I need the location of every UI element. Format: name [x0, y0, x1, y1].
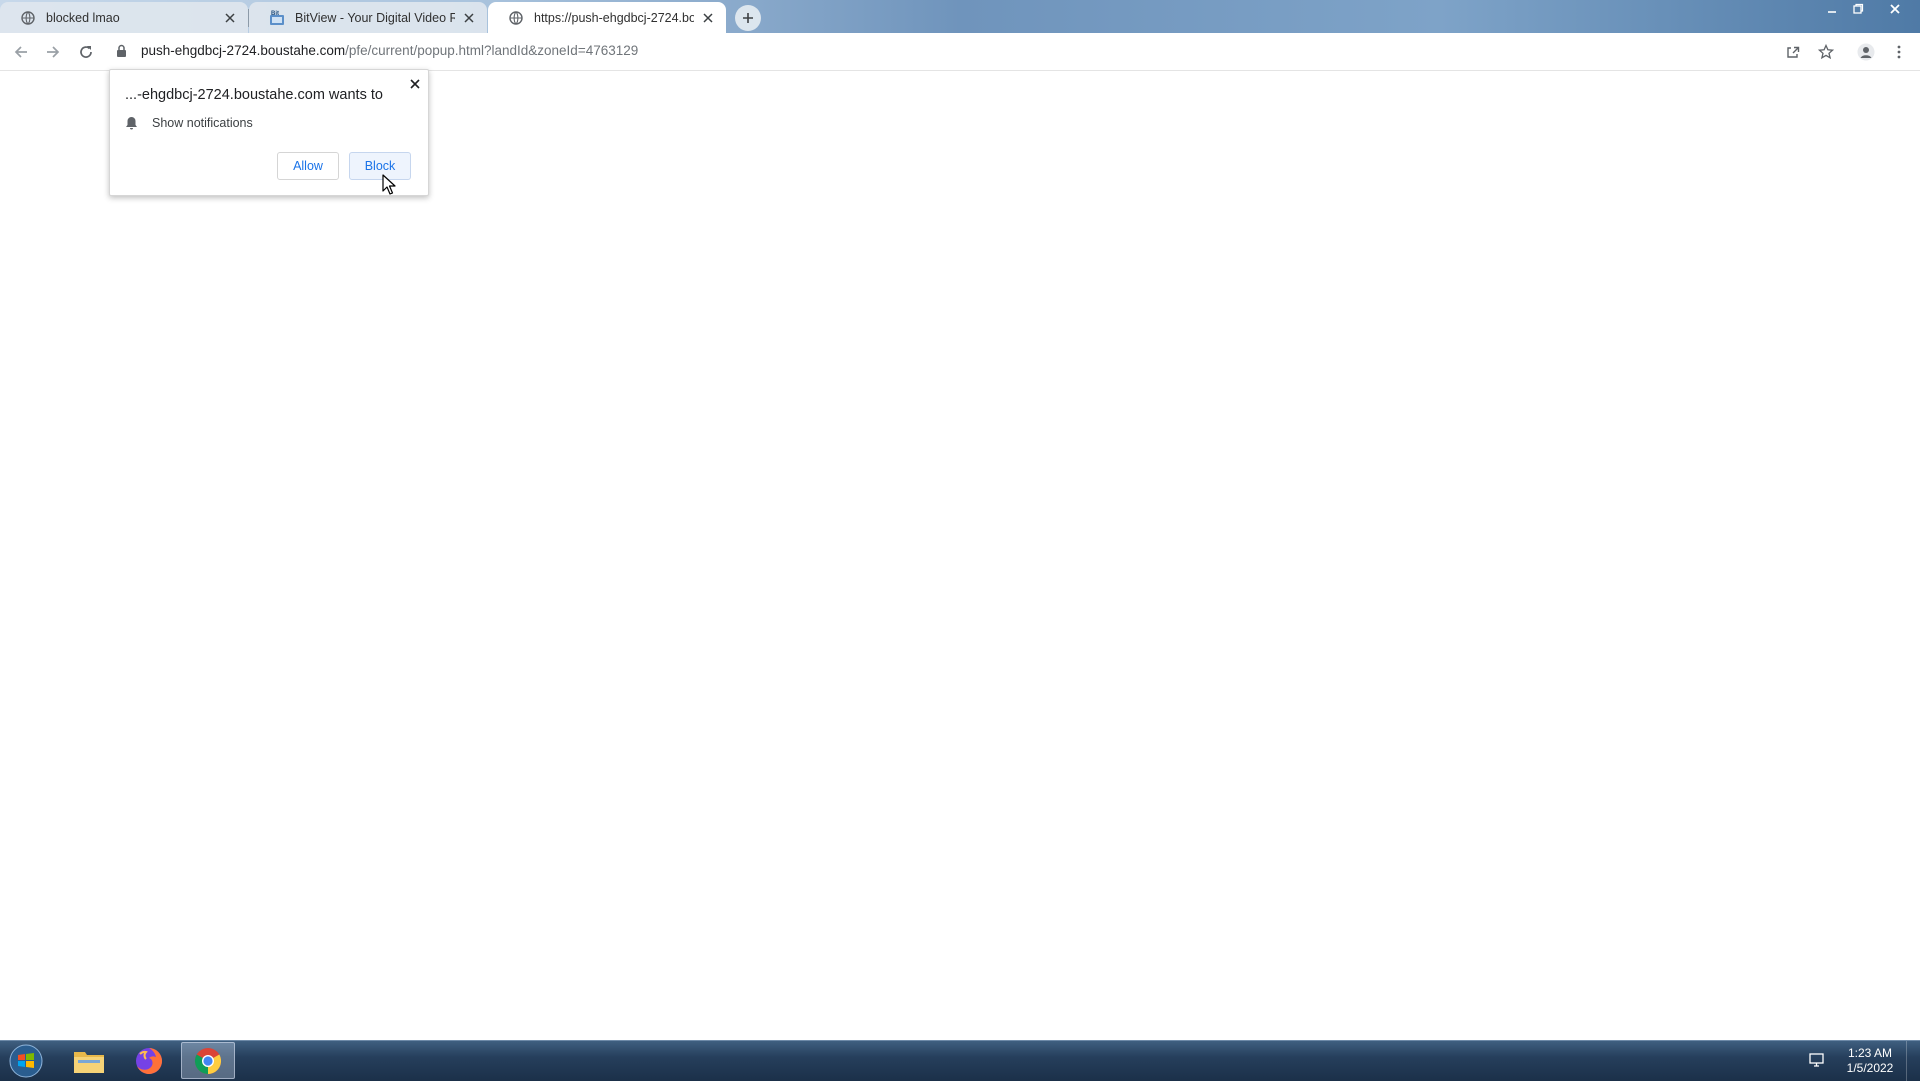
- close-icon: [410, 79, 420, 89]
- reload-button[interactable]: [73, 39, 99, 65]
- share-icon: [1787, 46, 1800, 58]
- back-arrow-icon: [14, 46, 27, 58]
- system-clock[interactable]: 1:23 AM 1/5/2022: [1830, 1046, 1910, 1076]
- tab-blocked-lmao[interactable]: blocked lmao: [0, 2, 248, 33]
- file-explorer-button[interactable]: [62, 1042, 116, 1079]
- forward-arrow-icon: [47, 46, 60, 58]
- bell-icon: [125, 116, 138, 130]
- network-icon[interactable]: [1808, 1051, 1826, 1074]
- close-tab-icon[interactable]: [700, 10, 716, 26]
- kebab-menu-icon: [1897, 45, 1901, 59]
- url-host: push-ehgdbcj-2724.boustahe.com: [141, 43, 346, 58]
- firefox-button[interactable]: [122, 1042, 176, 1079]
- browser-toolbar: push-ehgdbcj-2724.boustahe.com/pfe/curre…: [0, 33, 1920, 71]
- restore-icon: [1853, 3, 1864, 14]
- prompt-close-button[interactable]: [406, 75, 424, 93]
- windows-taskbar: 1:23 AM 1/5/2022: [0, 1040, 1920, 1081]
- start-button[interactable]: [6, 1043, 46, 1079]
- mouse-cursor-icon: [382, 174, 396, 201]
- tab-title: https://push-ehgdbcj-2724.boustahe.com/p…: [534, 10, 694, 25]
- close-tab-icon[interactable]: [461, 10, 477, 26]
- star-icon: [1818, 44, 1834, 60]
- prompt-title: ...-ehgdbcj-2724.boustahe.com wants to: [125, 87, 383, 103]
- tab-push-popup[interactable]: https://push-ehgdbcj-2724.boustahe.com/p…: [488, 2, 726, 33]
- svg-text:Bit: Bit: [271, 11, 279, 17]
- tab-title: blocked lmao: [46, 10, 120, 25]
- allow-button[interactable]: Allow: [277, 152, 339, 180]
- show-desktop-button[interactable]: [1906, 1041, 1920, 1081]
- title-bar: blocked lmao Bit BitView - Your Digital …: [0, 0, 1920, 33]
- back-button[interactable]: [8, 39, 34, 65]
- block-button[interactable]: Block: [349, 152, 411, 180]
- windows-logo-icon: [9, 1044, 43, 1078]
- address-bar[interactable]: push-ehgdbcj-2724.boustahe.com/pfe/curre…: [110, 37, 1920, 66]
- lock-icon[interactable]: [116, 44, 127, 63]
- file-explorer-icon: [74, 1051, 104, 1073]
- firefox-icon: [136, 1047, 162, 1074]
- close-tab-icon[interactable]: [222, 10, 238, 26]
- url-text[interactable]: push-ehgdbcj-2724.boustahe.com/pfe/curre…: [141, 43, 638, 58]
- notification-permission-prompt: ...-ehgdbcj-2724.boustahe.com wants to S…: [109, 69, 429, 196]
- page-content: [0, 71, 1920, 1040]
- minimize-button[interactable]: [1819, 0, 1845, 18]
- bookmark-button[interactable]: [1813, 39, 1839, 65]
- forward-button[interactable]: [40, 39, 66, 65]
- clock-date: 1/5/2022: [1846, 1061, 1894, 1075]
- clock-time: 1:23 AM: [1847, 1046, 1893, 1060]
- bitview-logo: Bit: [269, 10, 285, 26]
- chrome-icon: [194, 1047, 222, 1074]
- url-path: /pfe/current/popup.html?landId&zoneId=47…: [345, 43, 639, 58]
- profile-icon: [1857, 43, 1875, 61]
- permission-label: Show notifications: [152, 116, 253, 130]
- share-button[interactable]: [1780, 39, 1806, 65]
- close-window-button[interactable]: [1873, 0, 1917, 18]
- reload-icon: [80, 46, 92, 58]
- restore-button[interactable]: [1845, 0, 1871, 18]
- tab-bitview[interactable]: Bit BitView - Your Digital Video Reposit…: [249, 2, 487, 33]
- plus-icon: [743, 13, 753, 23]
- minimize-icon: [1828, 11, 1836, 13]
- new-tab-button[interactable]: [735, 5, 761, 31]
- profile-button[interactable]: [1853, 39, 1879, 65]
- permission-row: Show notifications: [125, 116, 253, 130]
- close-icon: [1890, 4, 1900, 14]
- menu-button[interactable]: [1886, 39, 1912, 65]
- tab-title: BitView - Your Digital Video Repository: [295, 10, 455, 25]
- globe-icon: [20, 10, 36, 26]
- chrome-button[interactable]: [181, 1042, 235, 1079]
- globe-icon: [508, 10, 524, 26]
